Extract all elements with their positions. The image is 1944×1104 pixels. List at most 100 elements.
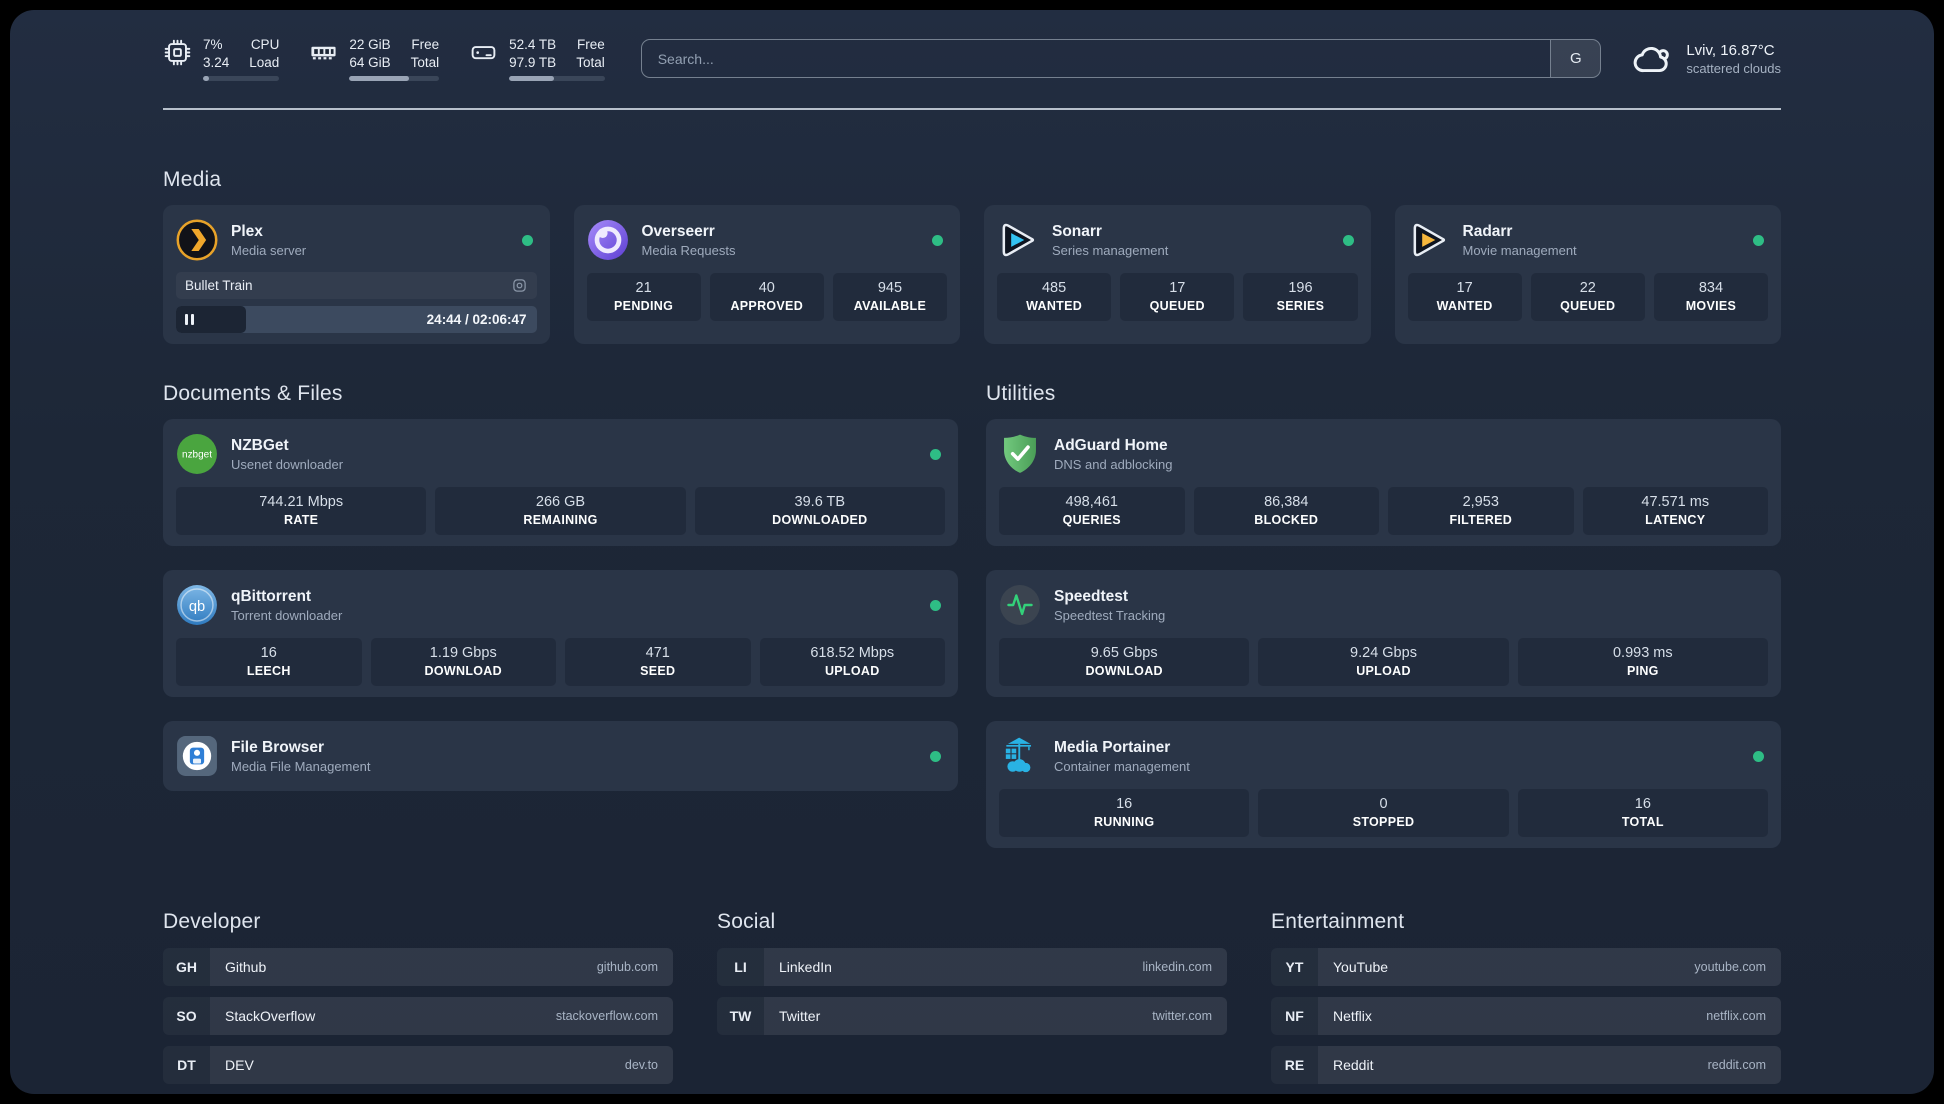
bookmark-youtube[interactable]: YT YouTube youtube.com: [1271, 948, 1781, 987]
cast-settings-icon: [512, 279, 526, 292]
disk-total: 97.9 TB: [509, 54, 557, 70]
service-card-overseerr[interactable]: Overseerr Media Requests 21 PENDING 40 A…: [573, 205, 960, 345]
memory-progressbar: [349, 76, 440, 82]
search-provider-button[interactable]: G: [1550, 40, 1601, 78]
status-dot: [930, 599, 941, 611]
service-desc: Usenet downloader: [231, 456, 344, 472]
service-card-radarr[interactable]: Radarr Movie management 17 WANTED 22 QUE…: [1394, 205, 1781, 345]
service-name: Sonarr: [1052, 222, 1102, 240]
memory-icon: [311, 46, 336, 60]
service-card-adguard[interactable]: AdGuard Home DNS and adblocking 498,461 …: [986, 419, 1781, 547]
service-name: Plex: [231, 222, 263, 240]
weather-location-temp: Lviv, 16.87°C: [1686, 41, 1775, 59]
cpu-load: 3.24: [203, 54, 230, 70]
search-input[interactable]: [641, 40, 1551, 78]
bookmark-name: DEV: [225, 1057, 254, 1074]
service-desc: Torrent downloader: [231, 607, 343, 623]
radarr-icon: [1408, 219, 1450, 261]
search-bar: G: [640, 39, 1602, 79]
service-name: Media Portainer: [1054, 738, 1171, 756]
bookmark-name: StackOverflow: [225, 1008, 316, 1025]
filebrowser-icon: [176, 735, 218, 777]
disk-icon: [471, 46, 496, 60]
bookmark-netflix[interactable]: NF Netflix netflix.com: [1271, 997, 1781, 1036]
now-playing-progressbar[interactable]: 24:44 / 02:06:47: [176, 306, 537, 334]
now-playing-title: Bullet Train: [185, 278, 253, 294]
stat-stopped: 0 STOPPED: [1258, 789, 1509, 838]
bookmark-name: Reddit: [1333, 1057, 1374, 1074]
stat-pending: 21 PENDING: [586, 273, 701, 322]
cpu-icon: [164, 39, 191, 66]
service-card-plex[interactable]: Plex Media server Bullet Train 24:44 / 0…: [163, 205, 550, 345]
disk-free: 52.4 TB: [509, 37, 557, 52]
bookmark-abbr: TW: [717, 997, 764, 1036]
section-title-utilities: Utilities: [986, 382, 1056, 406]
svg-text:qb: qb: [189, 599, 205, 615]
service-card-qbittorrent[interactable]: qb qBittorrent Torrent downloader 16 LEE…: [163, 570, 958, 698]
resources-widget: 7% 3.24 CPU Load 22 GiB 64 GiB Free Tota…: [163, 36, 605, 82]
now-playing-time: 24:44 / 02:06:47: [426, 312, 527, 328]
qbittorrent-icon: qb: [176, 584, 218, 626]
service-card-nzbget[interactable]: nzbget NZBGet Usenet downloader 744.21 M…: [163, 419, 958, 547]
service-card-speedtest[interactable]: Speedtest Speedtest Tracking 9.65 Gbps D…: [986, 570, 1781, 698]
stat-remaining: 266 GB REMAINING: [435, 487, 686, 536]
bookmark-stackoverflow[interactable]: SO StackOverflow stackoverflow.com: [163, 997, 673, 1036]
stat-leech: 16 LEECH: [176, 638, 362, 687]
section-title-media: Media: [163, 168, 222, 192]
bookmark-url: dev.to: [624, 1058, 658, 1073]
section-title-developer: Developer: [163, 910, 261, 934]
status-dot: [1753, 234, 1764, 246]
stat-filtered: 2,953 FILTERED: [1388, 487, 1574, 536]
status-dot: [1753, 750, 1764, 762]
bookmark-dev[interactable]: DT DEV dev.to: [163, 1046, 673, 1085]
bookmark-github[interactable]: GH Github github.com: [163, 948, 673, 987]
service-desc: Media server: [231, 242, 307, 258]
cpu-percent: 7%: [203, 37, 223, 52]
disk-resource: 52.4 TB 97.9 TB Free Total: [469, 36, 605, 82]
stat-upload: 9.24 Gbps UPLOAD: [1258, 638, 1509, 687]
status-dot: [932, 234, 943, 246]
bookmark-linkedin[interactable]: LI LinkedIn linkedin.com: [717, 948, 1227, 987]
top-bar: 7% 3.24 CPU Load 22 GiB 64 GiB Free Tota…: [163, 36, 1781, 82]
stat-total: 16 TOTAL: [1517, 789, 1768, 838]
stat-download: 1.19 Gbps DOWNLOAD: [370, 638, 556, 687]
service-card-sonarr[interactable]: Sonarr Series management 485 WANTED 17 Q…: [984, 205, 1371, 345]
bookmark-url: github.com: [596, 960, 658, 975]
cloud-icon: [1633, 46, 1670, 72]
bookmark-name: LinkedIn: [779, 959, 832, 976]
memory-total: 64 GiB: [349, 54, 391, 70]
section-title-social: Social: [717, 910, 776, 934]
stat-available: 945 AVAILABLE: [832, 273, 948, 322]
bookmark-group-social: Social LI LinkedIn linkedin.com TW Twitt…: [717, 910, 1227, 1084]
stat-downloaded: 39.6 TB DOWNLOADED: [694, 487, 945, 536]
cpu-progressbar: [203, 76, 280, 82]
bookmark-abbr: RE: [1271, 1046, 1318, 1085]
memory-free: 22 GiB: [349, 37, 391, 52]
bookmark-twitter[interactable]: TW Twitter twitter.com: [717, 997, 1227, 1036]
bookmark-group-entertainment: Entertainment YT YouTube youtube.com NF …: [1271, 910, 1781, 1085]
speedtest-icon: [999, 584, 1041, 626]
stat-wanted: 485 WANTED: [997, 273, 1112, 322]
bookmark-abbr: DT: [163, 1046, 210, 1085]
bookmark-abbr: NF: [1271, 997, 1318, 1036]
bookmark-name: Twitter: [779, 1008, 821, 1025]
stat-movies: 834 MOVIES: [1653, 273, 1769, 322]
service-name: Radarr: [1462, 222, 1513, 240]
service-desc: Container management: [1054, 758, 1190, 774]
bookmark-group-developer: Developer GH Github github.com SO StackO…: [163, 910, 673, 1085]
service-card-filebrowser[interactable]: File Browser Media File Management: [163, 721, 958, 792]
memory-label-2: Total: [410, 54, 440, 70]
service-card-portainer[interactable]: Media Portainer Container management 16 …: [986, 721, 1781, 849]
bookmark-url: linkedin.com: [1142, 960, 1212, 975]
bookmark-url: netflix.com: [1706, 1009, 1766, 1024]
status-dot: [930, 448, 941, 460]
bookmark-abbr: LI: [717, 948, 764, 987]
disk-label-1: Free: [576, 37, 605, 52]
pause-icon[interactable]: [185, 314, 194, 326]
section-title-documents: Documents & Files: [163, 382, 343, 406]
service-desc: Speedtest Tracking: [1054, 607, 1166, 623]
memory-label-1: Free: [411, 37, 440, 52]
section-title-entertainment: Entertainment: [1271, 910, 1405, 934]
bookmark-url: youtube.com: [1694, 960, 1766, 975]
bookmark-reddit[interactable]: RE Reddit reddit.com: [1271, 1046, 1781, 1085]
